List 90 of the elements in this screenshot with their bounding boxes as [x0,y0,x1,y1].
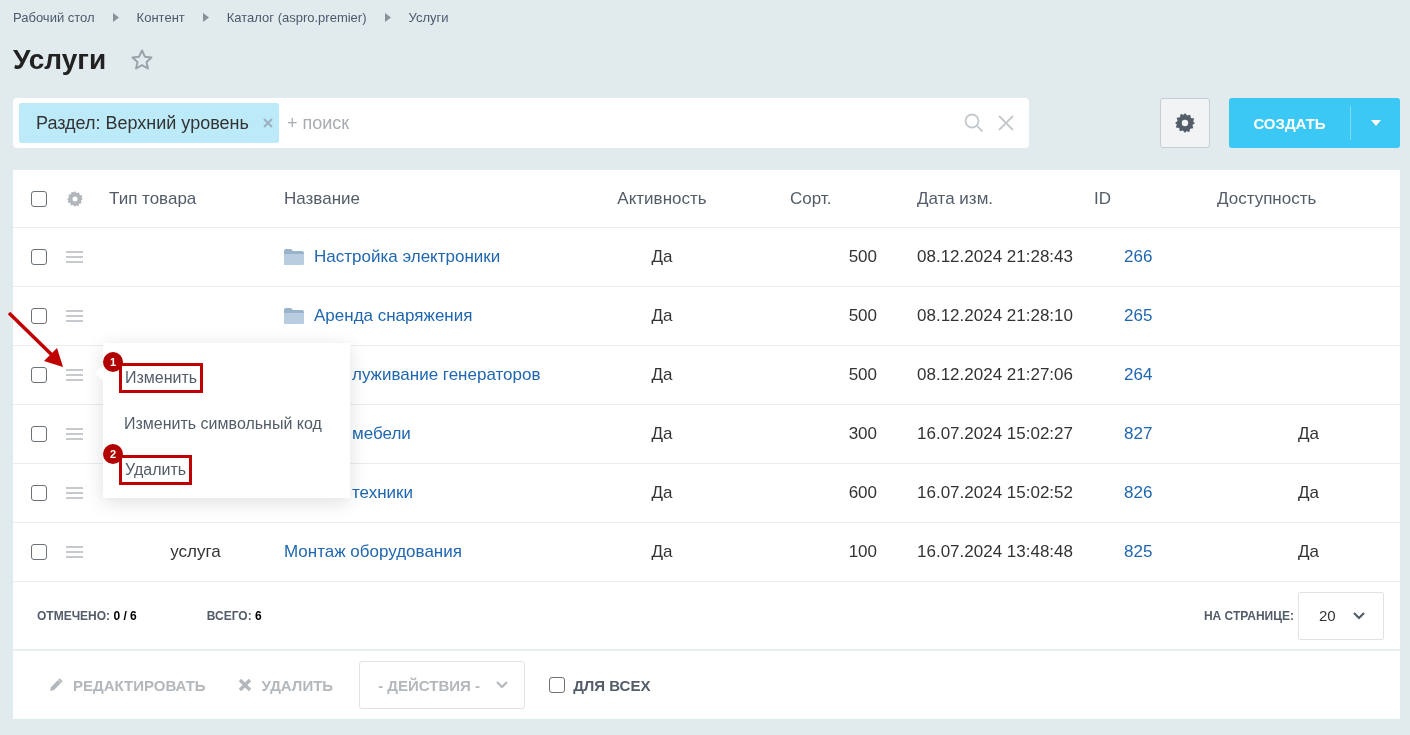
filter-chip-label: Раздел: Верхний уровень [36,112,249,134]
column-header[interactable]: Тип товара [109,188,197,209]
id-link[interactable]: 266 [1124,247,1153,267]
menu-icon [66,487,83,499]
caret-down-icon [1370,120,1381,126]
item-link[interactable]: Аренда снаряжения [314,306,473,326]
table-cell: Да [651,306,673,326]
id-link[interactable]: 827 [1124,424,1153,444]
per-page-label: НА СТРАНИЦЕ: [1203,608,1294,623]
column-header[interactable]: Сорт. [790,188,832,209]
table-cell: Да [651,542,673,562]
checkbox[interactable] [31,485,47,501]
menu-icon [66,310,83,322]
page-title: Услуги [13,44,107,76]
checkbox[interactable] [31,249,47,265]
menu-icon [66,546,83,558]
table-cell: 08.12.2024 21:28:10 [917,306,1073,326]
breadcrumb-link[interactable]: Рабочий стол [13,9,95,25]
item-link[interactable]: мебели [352,424,411,444]
settings-icon [67,190,83,207]
checkbox[interactable] [31,367,47,383]
table-cell: 08.12.2024 21:28:43 [917,247,1073,267]
table-cell: 500 [848,247,877,267]
column-header[interactable]: Дата изм. [917,188,994,209]
table-cell: услуга [170,542,221,562]
table-cell: 500 [848,306,877,326]
checkbox[interactable] [549,677,566,693]
checkbox[interactable] [31,426,47,442]
step-badge: 2 [103,444,123,464]
id-link[interactable]: 264 [1124,365,1153,385]
close-icon [237,678,252,692]
table-cell: Да [1298,542,1319,562]
close-icon [998,115,1014,131]
checkbox[interactable] [31,190,47,207]
settings-button[interactable] [1160,98,1210,148]
checkbox-label: ДЛЯ ВСЕХ [573,676,651,694]
table-cell: 500 [848,365,877,385]
checkbox[interactable] [31,308,47,324]
breadcrumb-link[interactable]: Каталог (aspro.premier) [226,9,367,25]
item-link[interactable]: луживание генераторов [352,365,541,385]
column-header[interactable]: ID [1094,188,1111,209]
checkbox[interactable] [31,544,47,560]
id-link[interactable]: 265 [1124,306,1153,326]
table-cell: 100 [848,542,877,562]
table-cell: 16.07.2024 15:02:27 [917,424,1073,444]
folder-icon [284,308,304,324]
pencil-icon [49,678,63,692]
table-cell: 600 [848,483,877,503]
step-badge: 1 [103,352,123,372]
column-header[interactable]: Название [284,188,360,209]
menu-icon [66,428,83,440]
highlighted-menu-item[interactable]: Изменить [119,363,204,393]
table-cell: 300 [848,424,877,444]
close-icon [262,118,273,128]
chevron-right-icon [384,12,391,22]
item-link[interactable]: Настройка электроники [314,247,501,267]
column-header[interactable]: Активность [617,188,707,209]
search-field[interactable]: Раздел: Верхний уровень + поиск [13,98,1029,148]
id-link[interactable]: 826 [1124,483,1153,503]
item-link[interactable]: техники [352,483,413,503]
table-cell: 16.07.2024 13:48:48 [917,542,1073,562]
chevron-down-icon [496,681,509,689]
table-cell: 08.12.2024 21:27:06 [917,365,1073,385]
filter-chip[interactable]: Раздел: Верхний уровень [19,103,279,143]
total-count: ВСЕГО: 6 [206,608,262,623]
id-link[interactable]: 825 [1124,542,1153,562]
highlighted-menu-item[interactable]: Удалить [119,455,193,485]
chevron-right-icon [202,12,209,22]
menu-icon [66,369,83,381]
menu-item[interactable]: Изменить символьный код [103,401,350,447]
settings-icon [1175,113,1195,133]
breadcrumb-link[interactable]: Контент [136,9,185,25]
table-cell: Да [651,247,673,267]
selected-count: ОТМЕЧЕНО: 0 / 6 [37,608,137,623]
table-cell: 16.07.2024 15:02:52 [917,483,1073,503]
table-cell: Да [1298,483,1319,503]
pointer-arrow [7,311,64,369]
search-icon [964,113,984,133]
breadcrumb-link[interactable]: Услуги [408,9,449,25]
table-cell: Да [1298,424,1319,444]
folder-icon [284,249,304,265]
per-page-select[interactable]: 20 [1298,591,1384,640]
menu-icon [66,251,83,263]
table-cell: Да [651,365,673,385]
column-header[interactable]: Доступность [1217,188,1317,209]
item-link[interactable]: Монтаж оборудования [284,542,462,562]
chevron-right-icon [112,12,119,22]
table-cell: Да [651,424,673,444]
chevron-down-icon [1353,611,1365,620]
table-cell: Да [651,483,673,503]
